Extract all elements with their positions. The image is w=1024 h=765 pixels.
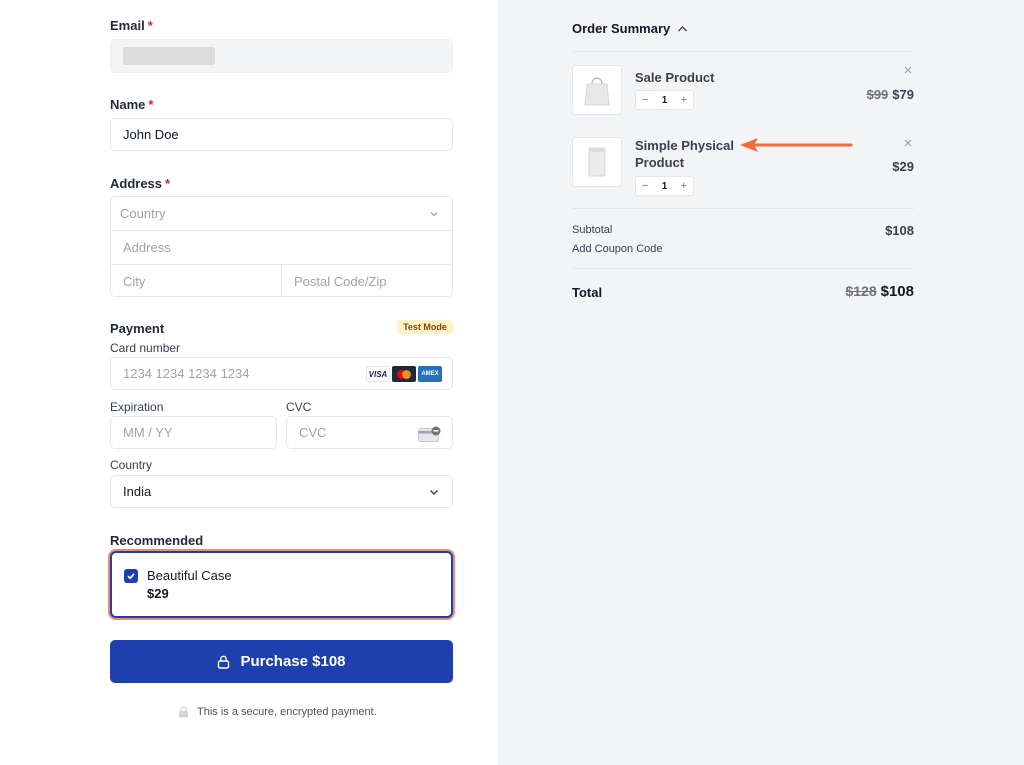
close-icon[interactable]: [903, 138, 913, 148]
check-icon: [127, 573, 135, 580]
total-original-price: $128: [845, 283, 877, 299]
country-value: India: [123, 484, 152, 499]
city-input[interactable]: City: [111, 265, 282, 297]
product-thumbnail: [572, 65, 622, 115]
original-price: $99: [866, 87, 889, 102]
amex-icon: AMEX: [418, 366, 442, 382]
card-number-label: Card number: [110, 341, 181, 355]
cvc-card-icon: [418, 426, 441, 442]
total-label: Total: [572, 285, 603, 300]
expiration-label: Expiration: [110, 400, 164, 414]
recommended-label: Recommended: [110, 533, 204, 548]
divider: [572, 208, 914, 209]
product-name: Simple Physical Product: [635, 138, 734, 170]
product-price: $29: [892, 159, 914, 174]
sale-price: $79: [892, 87, 914, 102]
recommended-item-card[interactable]: Beautiful Case $29: [110, 551, 453, 618]
quantity-stepper[interactable]: − 1 +: [635, 176, 694, 196]
product-thumbnail: [572, 137, 622, 187]
total-current-price: $108: [880, 283, 914, 300]
secure-note-text: This is a secure, encrypted payment.: [197, 706, 377, 718]
card-number-input[interactable]: 1234 1234 1234 1234 VISA AMEX: [110, 357, 453, 390]
country-select[interactable]: Country: [111, 197, 452, 230]
address-placeholder: Address: [123, 239, 171, 255]
city-zip-row: City Postal Code/Zip: [111, 264, 452, 297]
chevron-down-icon: [430, 211, 438, 216]
mastercard-icon: [392, 366, 416, 382]
country-placeholder: Country: [120, 206, 166, 221]
postal-code-input[interactable]: Postal Code/Zip: [282, 265, 452, 297]
package-icon: [588, 147, 606, 177]
country-label: Country: [110, 458, 153, 472]
recommended-checkbox[interactable]: [124, 569, 138, 583]
minus-icon[interactable]: −: [642, 180, 648, 192]
recommended-item-name: Beautiful Case: [147, 568, 232, 583]
city-placeholder: City: [123, 273, 146, 289]
name-field[interactable]: John Doe: [110, 118, 453, 151]
minus-icon[interactable]: −: [642, 94, 648, 106]
email-label: Email *: [110, 18, 153, 33]
email-field[interactable]: [110, 39, 453, 73]
tote-bag-icon: [584, 77, 610, 106]
test-mode-badge: Test Mode: [397, 320, 453, 334]
order-summary-title: Order Summary: [572, 21, 671, 36]
address-group: Country Address City Postal Code/Zip: [110, 196, 453, 297]
annotation-arrow-icon: [740, 138, 853, 152]
quantity-value: 1: [661, 94, 668, 106]
purchase-button[interactable]: Purchase $108: [110, 640, 453, 683]
order-summary-toggle[interactable]: Order Summary: [572, 21, 688, 36]
quantity-value: 1: [661, 180, 668, 192]
subtotal-value: $108: [885, 223, 914, 238]
total-value: $128 $108: [845, 283, 914, 300]
add-coupon-link[interactable]: Add Coupon Code: [572, 243, 663, 255]
plus-icon[interactable]: +: [681, 94, 687, 106]
secure-note: This is a secure, encrypted payment.: [178, 706, 377, 718]
plus-icon[interactable]: +: [681, 180, 687, 192]
subtotal-label: Subtotal: [572, 224, 613, 236]
cvc-placeholder: CVC: [299, 425, 327, 440]
recommended-item-price: $29: [147, 586, 169, 601]
cvc-label: CVC: [286, 400, 312, 414]
name-value: John Doe: [123, 127, 179, 142]
lock-icon: [218, 655, 230, 669]
card-brand-logos: VISA AMEX: [366, 366, 442, 382]
cvc-input[interactable]: CVC: [286, 416, 453, 449]
lock-icon: [179, 706, 188, 718]
expiration-placeholder: MM / YY: [123, 425, 173, 440]
chevron-down-icon: [430, 489, 438, 495]
address-label: Address *: [110, 176, 171, 191]
visa-icon: VISA: [366, 366, 390, 382]
purchase-label: Purchase $108: [240, 653, 346, 670]
chevron-up-icon: [678, 25, 688, 31]
expiration-input[interactable]: MM / YY: [110, 416, 277, 449]
divider: [572, 51, 914, 52]
product-name: Sale Product: [635, 70, 715, 85]
quantity-stepper[interactable]: − 1 +: [635, 90, 694, 110]
address-input[interactable]: Address: [111, 230, 452, 263]
zip-placeholder: Postal Code/Zip: [294, 273, 387, 289]
card-number-placeholder: 1234 1234 1234 1234: [123, 366, 250, 381]
payment-label: Payment: [110, 321, 165, 336]
redacted-email: [123, 47, 215, 65]
product-price: $99 $79: [867, 87, 914, 102]
payment-country-select[interactable]: India: [110, 475, 453, 508]
divider: [572, 268, 914, 269]
name-label: Name *: [110, 97, 154, 112]
close-icon[interactable]: [903, 65, 913, 75]
